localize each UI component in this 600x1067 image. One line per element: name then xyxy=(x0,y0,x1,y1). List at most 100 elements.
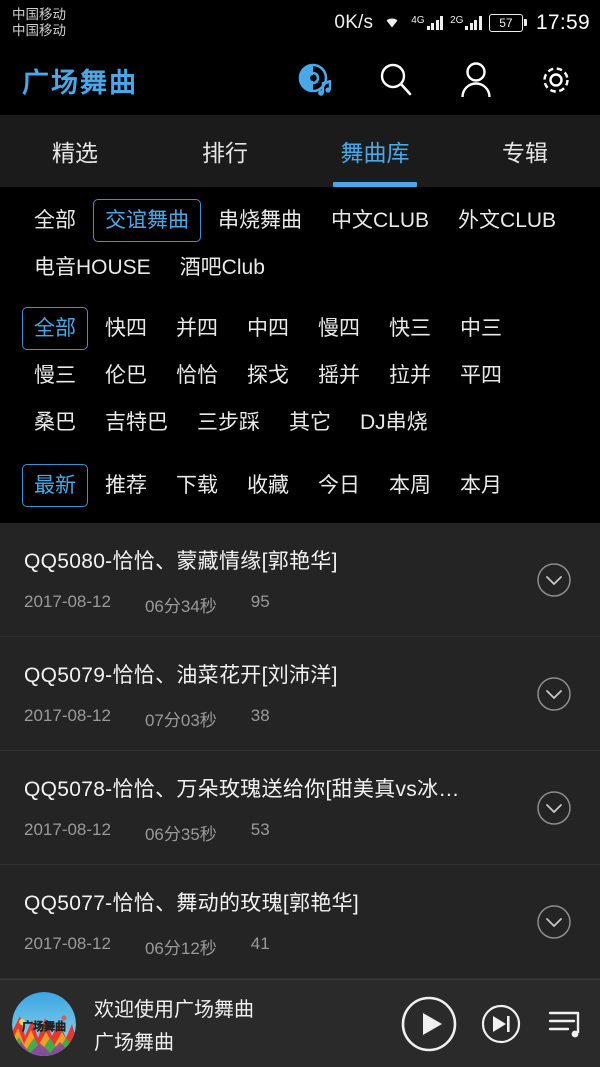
status-indicators: 0K/s 4G 2G 57 17:59 xyxy=(334,11,590,35)
tab-paihang[interactable]: 排行 xyxy=(150,115,300,187)
chevron-down-circle-icon[interactable] xyxy=(534,788,574,828)
filter-style-yaobing[interactable]: 摇并 xyxy=(306,354,372,397)
tab-label: 排行 xyxy=(202,140,248,166)
song-date: 2017-08-12 xyxy=(24,592,111,611)
table-row[interactable]: QQ5080-恰恰、蒙藏情缘[郭艳华] 2017-08-12 06分34秒 95 xyxy=(0,523,600,637)
disc-music-icon[interactable] xyxy=(296,60,336,100)
filter-style-dj-chuanshao[interactable]: DJ串烧 xyxy=(348,401,440,444)
filter-sort-newest[interactable]: 最新 xyxy=(22,464,88,507)
song-meta: 2017-08-12 07分03秒 38 xyxy=(24,706,578,731)
sim2-signal-icon: 2G xyxy=(450,15,482,30)
svg-text:广场舞曲: 广场舞曲 xyxy=(22,1019,66,1033)
filter-group-style: 全部 快四 并四 中四 慢四 快三 中三 慢三 伦巴 恰恰 探戈 摇并 拉并 平… xyxy=(0,305,600,452)
song-date: 2017-08-12 xyxy=(24,934,111,953)
app-header: 广场舞曲 xyxy=(0,45,600,115)
next-track-circle-icon[interactable] xyxy=(480,1003,522,1045)
filter-style-labing[interactable]: 拉并 xyxy=(377,354,443,397)
filter-sort-week[interactable]: 本周 xyxy=(377,464,443,507)
tab-bar: 精选 排行 舞曲库 专辑 xyxy=(0,115,600,187)
chevron-down-circle-icon[interactable] xyxy=(534,902,574,942)
filter-style-zhongsi[interactable]: 中四 xyxy=(235,307,301,350)
filter-category-jiaoyi[interactable]: 交谊舞曲 xyxy=(93,199,201,242)
song-duration: 07分03秒 xyxy=(144,711,217,730)
song-title: QQ5080-恰恰、蒙藏情缘[郭艳华] xyxy=(24,550,338,573)
table-row[interactable]: QQ5078-恰恰、万朵玫瑰送给你[甜美真vs冰… 2017-08-12 06分… xyxy=(0,751,600,865)
battery-level: 57 xyxy=(488,13,523,32)
page-title: 广场舞曲 xyxy=(22,67,138,98)
search-icon[interactable] xyxy=(376,60,416,100)
song-meta: 2017-08-12 06分35秒 53 xyxy=(24,820,578,845)
filter-group-sort: 最新 推荐 下载 收藏 今日 本周 本月 xyxy=(0,462,600,515)
filter-style-qita[interactable]: 其它 xyxy=(277,401,343,444)
clock: 17:59 xyxy=(535,10,590,34)
sim1-signal-icon: 4G xyxy=(411,15,444,30)
album-art[interactable]: 广场舞曲 xyxy=(12,991,76,1056)
song-title: QQ5078-恰恰、万朵玫瑰送给你[甜美真vs冰… xyxy=(24,778,460,801)
tab-label: 精选 xyxy=(52,140,98,166)
song-meta: 2017-08-12 06分12秒 41 xyxy=(24,934,578,959)
filter-style-mansan[interactable]: 慢三 xyxy=(22,354,88,397)
filter-style-all[interactable]: 全部 xyxy=(22,307,88,350)
settings-gear-icon[interactable] xyxy=(536,60,576,100)
song-date: 2017-08-12 xyxy=(24,706,111,725)
filter-category-jiuba-club[interactable]: 酒吧Club xyxy=(168,246,277,289)
filter-panel: 全部 交谊舞曲 串烧舞曲 中文CLUB 外文CLUB 电音HOUSE 酒吧Clu… xyxy=(0,187,600,523)
filter-style-sangba[interactable]: 桑巴 xyxy=(22,401,88,444)
tab-zhuanji[interactable]: 专辑 xyxy=(450,115,600,187)
filter-category-zhongwen-club[interactable]: 中文CLUB xyxy=(319,199,441,242)
song-count: 38 xyxy=(250,706,270,725)
header-actions xyxy=(296,60,582,100)
song-duration: 06分35秒 xyxy=(144,825,217,844)
battery-icon: 57 xyxy=(488,13,527,32)
filter-sort-today[interactable]: 今日 xyxy=(306,464,372,507)
playlist-icon[interactable] xyxy=(544,1003,586,1045)
table-row[interactable]: QQ5077-恰恰、舞动的玫瑰[郭艳华] 2017-08-12 06分12秒 4… xyxy=(0,865,600,979)
player-track-title: 欢迎使用广场舞曲 xyxy=(94,998,254,1021)
filter-category-waiwen-club[interactable]: 外文CLUB xyxy=(446,199,568,242)
song-title: QQ5079-恰恰、油菜花开[刘沛洋] xyxy=(24,664,338,687)
song-title: QQ5077-恰恰、舞动的玫瑰[郭艳华] xyxy=(24,892,360,915)
filter-style-pingsi[interactable]: 平四 xyxy=(448,354,514,397)
carrier-1: 中国移动 xyxy=(12,7,66,23)
song-count: 41 xyxy=(250,934,270,953)
filter-sort-month[interactable]: 本月 xyxy=(448,464,514,507)
song-count: 53 xyxy=(250,820,270,839)
filter-category-chuanshao[interactable]: 串烧舞曲 xyxy=(206,199,314,242)
filter-style-jiteba[interactable]: 吉特巴 xyxy=(93,401,180,444)
tab-wuqusku[interactable]: 舞曲库 xyxy=(300,115,450,187)
filter-category-dianyin-house[interactable]: 电音HOUSE xyxy=(22,246,163,289)
song-list: QQ5080-恰恰、蒙藏情缘[郭艳华] 2017-08-12 06分34秒 95… xyxy=(0,523,600,979)
player-controls xyxy=(400,995,586,1053)
profile-icon[interactable] xyxy=(456,60,496,100)
chevron-down-circle-icon[interactable] xyxy=(534,560,574,600)
filter-style-qiaqia[interactable]: 恰恰 xyxy=(164,354,230,397)
filter-style-lunba[interactable]: 伦巴 xyxy=(93,354,159,397)
tab-label: 舞曲库 xyxy=(340,140,410,166)
carrier-2: 中国移动 xyxy=(12,22,66,38)
filter-sort-favorite[interactable]: 收藏 xyxy=(235,464,301,507)
chevron-down-circle-icon[interactable] xyxy=(534,674,574,714)
carrier-labels: 中国移动 中国移动 xyxy=(12,7,66,37)
filter-group-category: 全部 交谊舞曲 串烧舞曲 中文CLUB 外文CLUB 电音HOUSE 酒吧Clu… xyxy=(0,197,600,297)
player-track-info: 欢迎使用广场舞曲 广场舞曲 xyxy=(94,993,400,1055)
filter-style-mansi[interactable]: 慢四 xyxy=(306,307,372,350)
table-row[interactable]: QQ5079-恰恰、油菜花开[刘沛洋] 2017-08-12 07分03秒 38 xyxy=(0,637,600,751)
filter-style-kuaisi[interactable]: 快四 xyxy=(93,307,159,350)
tab-jingxuan[interactable]: 精选 xyxy=(0,115,150,187)
network-speed: 0K/s xyxy=(334,11,374,33)
player-bar: 广场舞曲 欢迎使用广场舞曲 广场舞曲 xyxy=(0,979,600,1067)
filter-style-bingsi[interactable]: 并四 xyxy=(164,307,230,350)
filter-style-zhongsan[interactable]: 中三 xyxy=(448,307,514,350)
filter-style-sanbucai[interactable]: 三步踩 xyxy=(185,401,272,444)
filter-style-kuaisan[interactable]: 快三 xyxy=(377,307,443,350)
filter-sort-recommend[interactable]: 推荐 xyxy=(93,464,159,507)
song-duration: 06分12秒 xyxy=(144,939,217,958)
song-count: 95 xyxy=(250,592,270,611)
filter-category-all[interactable]: 全部 xyxy=(22,199,88,242)
song-meta: 2017-08-12 06分34秒 95 xyxy=(24,592,578,617)
status-bar: 中国移动 中国移动 0K/s 4G 2G 57 17:59 xyxy=(0,0,600,45)
filter-sort-download[interactable]: 下载 xyxy=(164,464,230,507)
filter-style-tange[interactable]: 探戈 xyxy=(235,354,301,397)
play-circle-icon[interactable] xyxy=(400,995,458,1053)
song-date: 2017-08-12 xyxy=(24,820,111,839)
